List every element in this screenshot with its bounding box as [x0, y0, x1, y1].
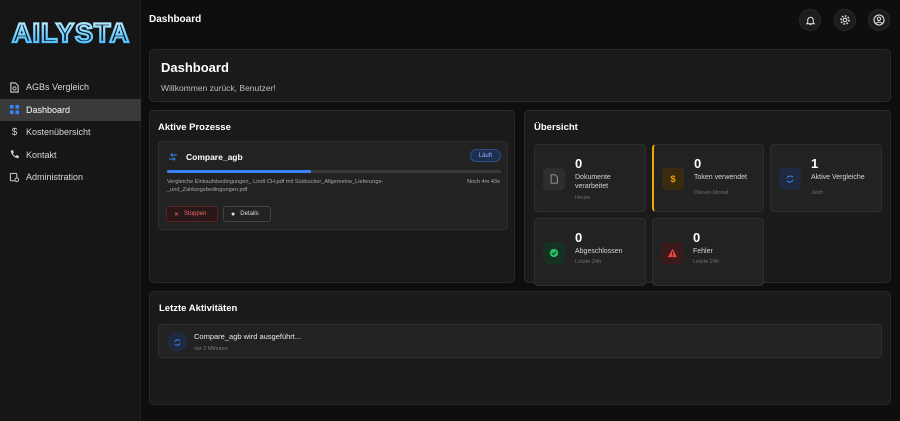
progress-bar [167, 170, 501, 173]
stat-label: Dokumente verarbeitet [575, 174, 611, 190]
sidebar-item-dashboard[interactable]: Dashboard [0, 98, 141, 121]
stat-label: Aktive Vergleiche [811, 174, 865, 181]
stat-meta: Heute [575, 195, 590, 201]
refresh-icon [779, 168, 801, 190]
sidebar-item-kostenuebersicht[interactable]: $ Kostenübersicht [0, 121, 141, 143]
user-circle-icon [873, 14, 885, 26]
details-button-label: Details [240, 211, 259, 217]
status-badge: Läuft [469, 149, 501, 162]
recent-activities-card: Letzte Aktivitäten Compare_agb wird ausg… [149, 291, 891, 405]
process-name: Compare_agb [186, 152, 243, 162]
phone-icon [9, 149, 20, 160]
section-title: Letzte Aktivitäten [159, 303, 238, 314]
profile-button[interactable] [868, 9, 890, 31]
sidebar: AILYSTA AGBs Vergleich Dashboard $ Koste… [0, 0, 141, 421]
sidebar-item-kontakt[interactable]: Kontakt [0, 144, 141, 166]
info-icon: ● [231, 210, 236, 218]
stat-card-documents[interactable]: 0 Dokumente verarbeitet Heute [534, 144, 646, 212]
svg-text:AILYSTA: AILYSTA [12, 18, 130, 48]
dollar-icon: $ [662, 168, 684, 190]
sidebar-item-administration[interactable]: Administration [0, 166, 141, 188]
app-logo[interactable]: AILYSTA [8, 16, 134, 50]
stat-card-tokens[interactable]: $ 0 Token verwendet Diesen Monat [652, 144, 764, 212]
header-title: Dashboard [149, 14, 202, 25]
stat-label: Token verwendet [694, 174, 747, 181]
bell-icon [805, 16, 815, 25]
process-eta: Noch 4m 43s [467, 179, 500, 185]
sidebar-item-label: Administration [26, 172, 84, 183]
sidebar-item-label: Dashboard [26, 104, 71, 115]
sidebar-item-label: Kostenübersicht [26, 127, 91, 138]
swap-icon [169, 153, 177, 161]
stat-value: 1 [811, 156, 819, 171]
stat-card-errors[interactable]: 0 Fehler Letzte 24h [652, 218, 764, 286]
welcome-card: Dashboard Willkommen zurück, Benutzer! [149, 49, 891, 102]
warning-icon [661, 242, 683, 264]
welcome-subtitle: Willkommen zurück, Benutzer! [161, 83, 276, 93]
sidebar-item-label: AGBs Vergleich [26, 82, 90, 92]
top-bar: Dashboard [141, 0, 900, 40]
activity-time: vor 2 Minuten [194, 346, 228, 352]
process-description: Vergleiche Einkaufsbedingungen_ Lindt CH… [167, 179, 384, 193]
section-title: Übersicht [534, 122, 578, 133]
sidebar-nav: AGBs Vergleich Dashboard $ Kostenübersic… [0, 76, 141, 189]
notifications-button[interactable] [799, 9, 821, 31]
document-icon [543, 168, 565, 190]
stat-label: Abgeschlossen [575, 248, 623, 255]
sidebar-item-label: Kontakt [26, 149, 57, 160]
stat-value: 0 [575, 230, 583, 245]
stat-card-active-comparisons[interactable]: 1 Aktive Vergleiche Jetzt [770, 144, 882, 212]
stat-value: 0 [693, 230, 701, 245]
page-title: Dashboard [161, 60, 229, 75]
gear-icon [840, 15, 850, 25]
dollar-icon: $ [11, 126, 18, 138]
active-processes-card: Aktive Prozesse Compare_agb Läuft Vergle… [149, 110, 515, 283]
stop-button-label: Stoppen [184, 211, 207, 217]
stat-meta: Letzte 24h [575, 259, 602, 265]
check-circle-icon [543, 242, 565, 264]
section-title: Aktive Prozesse [158, 122, 231, 133]
activity-item[interactable]: Compare_agb wird ausgeführt... vor 2 Min… [158, 324, 882, 358]
stat-meta: Diesen Monat [694, 190, 729, 196]
stat-value: 0 [694, 156, 702, 171]
progress-fill [167, 170, 311, 173]
grid-icon [9, 104, 20, 115]
activity-text: Compare_agb wird ausgeführt... [194, 332, 302, 341]
sidebar-item-agbs-vergleich[interactable]: AGBs Vergleich [0, 76, 141, 98]
document-compare-icon [9, 81, 20, 93]
app-root: AILYSTA AGBs Vergleich Dashboard $ Koste… [0, 0, 900, 421]
stat-value: 0 [575, 156, 583, 171]
stat-label: Fehler [693, 248, 713, 255]
details-button[interactable]: ● Details [223, 206, 271, 222]
close-icon: ✕ [174, 211, 180, 218]
refresh-icon [167, 332, 187, 352]
admin-icon [9, 172, 20, 183]
overview-card: Übersicht 0 Dokumente verarbeitet Heute … [524, 110, 891, 286]
stop-button[interactable]: ✕ Stoppen [166, 206, 218, 222]
settings-button[interactable] [834, 9, 856, 31]
stat-meta: Jetzt [811, 190, 823, 196]
process-item: Compare_agb Läuft Vergleiche Einkaufsbed… [158, 141, 508, 230]
stat-card-completed[interactable]: 0 Abgeschlossen Letzte 24h [534, 218, 646, 286]
stat-meta: Letzte 24h [693, 259, 720, 265]
